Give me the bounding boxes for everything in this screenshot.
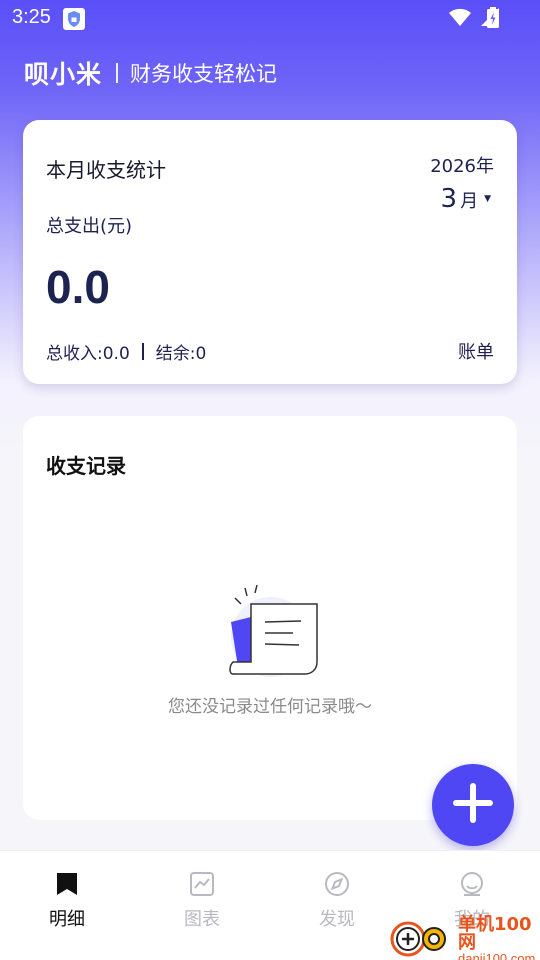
total-expense-value: 0.0 [46,261,110,313]
empty-state-text: 您还没记录过任何记录哦～ [168,697,372,717]
bill-link[interactable]: 账单 [458,338,494,364]
income-balance-summary: 总收入:0.0 结余:0 [46,339,206,364]
empty-document-icon [221,582,321,686]
dropdown-caret-icon: ▼ [484,194,491,204]
nav-item-discover[interactable]: 发现 [287,871,387,941]
status-bar: 3:25 [0,0,540,36]
summary-divider [141,343,144,360]
nav-item-details[interactable]: 明细 [17,871,117,941]
chart-icon [189,871,215,897]
vpn-shield-icon [63,8,85,30]
wifi-icon [448,7,472,31]
total-expense-label: 总支出(元) [46,216,133,237]
nav-label-discover: 发现 [319,909,355,930]
add-record-button[interactable] [432,764,514,846]
records-title: 收支记录 [46,454,126,478]
plus-icon [451,781,495,829]
records-card: 收支记录 您还没记录过任何记录哦～ [23,416,517,820]
app-header: 呗小米 财务收支轻松记 [24,55,277,91]
watermark-logo-icon [388,919,452,960]
app-name: 呗小米 [24,60,103,89]
monthly-stats-card: 本月收支统计 2026年 3 月 ▼ 总支出(元) 0.0 总收入:0.0 结余… [23,120,517,384]
month-unit: 月 [460,191,479,212]
status-time: 3:25 [12,6,51,28]
compass-icon [324,871,350,897]
bookmark-icon [54,871,80,897]
nav-item-charts[interactable]: 图表 [152,871,252,941]
nav-label-charts: 图表 [184,909,220,930]
balance-text: 结余:0 [155,344,207,364]
year-label: 2026年 [430,156,494,177]
total-income-text: 总收入:0.0 [46,344,130,364]
watermark: 单机100网 danji100.com [388,916,540,960]
watermark-url: danji100.com [458,951,536,960]
month-selector[interactable]: 3 月 ▼ [441,184,491,214]
battery-icon [486,7,500,33]
header-divider [116,63,119,83]
month-value: 3 [440,184,458,214]
app-slogan: 财务收支轻松记 [130,62,278,86]
nav-label-details: 明细 [49,909,85,930]
profile-icon [459,871,485,897]
watermark-name: 单机100网 [458,914,532,953]
stats-title: 本月收支统计 [46,158,166,182]
